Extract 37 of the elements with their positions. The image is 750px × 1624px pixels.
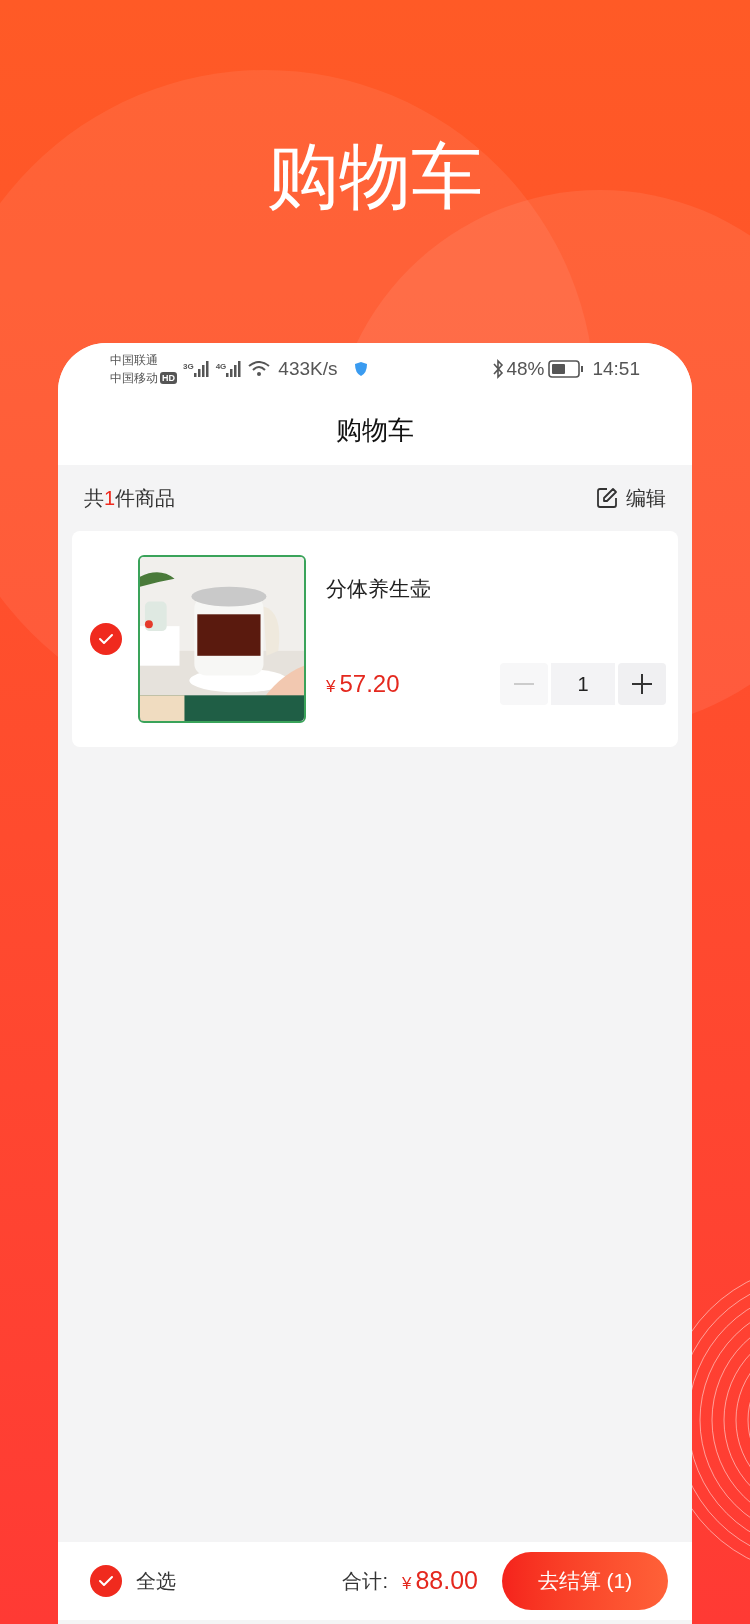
signal-icon	[193, 361, 210, 377]
battery-icon	[548, 360, 585, 378]
quantity-field[interactable]: 1	[551, 663, 615, 705]
checkbox[interactable]	[90, 623, 122, 655]
product-name: 分体养生壶	[326, 576, 432, 602]
increase-button[interactable]	[618, 663, 666, 705]
check-icon	[98, 1575, 114, 1587]
checkbox[interactable]	[90, 1565, 122, 1597]
plus-icon	[632, 674, 652, 694]
shield-icon	[353, 361, 368, 377]
page-title: 购物车	[336, 413, 414, 447]
headline: 购物车	[267, 140, 483, 212]
minus-icon	[514, 683, 534, 685]
item-count: 1	[104, 486, 116, 511]
product-price: 57.20	[339, 669, 400, 699]
edit-icon	[596, 487, 618, 509]
select-all-label[interactable]: 全选	[136, 1566, 176, 1596]
carrier-label: 中国联通	[110, 352, 159, 369]
network-label: 3G	[183, 361, 194, 373]
bluetooth-icon	[492, 359, 505, 379]
currency-symbol: ¥	[326, 676, 336, 698]
wifi-icon	[248, 361, 271, 377]
clock: 14:51	[592, 356, 640, 381]
network-speed: 433K/s	[278, 356, 338, 381]
total-label: 合计:	[342, 1569, 388, 1594]
signal-icon	[226, 361, 243, 377]
total-price: 88.00	[415, 1565, 478, 1597]
battery-percent: 48%	[506, 356, 545, 381]
check-icon	[98, 633, 114, 645]
network-label: 4G	[215, 361, 227, 373]
hd-badge: HD	[160, 372, 177, 384]
currency-symbol: ¥	[401, 1573, 412, 1596]
item-count-label: 件商品	[115, 486, 176, 511]
edit-button[interactable]: 编辑	[596, 483, 666, 513]
checkout-button[interactable]: 去结算 (1)	[502, 1552, 668, 1610]
carrier-label: 中国移动	[110, 370, 158, 387]
item-count-label: 共	[84, 486, 104, 511]
